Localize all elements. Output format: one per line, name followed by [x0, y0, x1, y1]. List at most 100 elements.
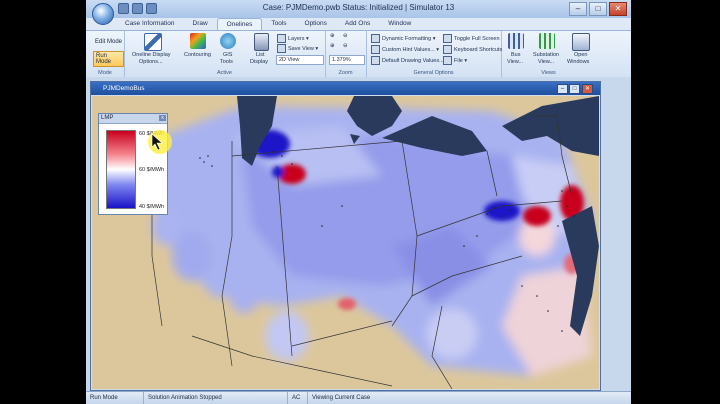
file-menu-button[interactable]: File ▾	[443, 56, 467, 65]
substation-label[interactable]: Substation	[533, 52, 559, 58]
lmp-legend[interactable]: LMP x 60 $/MWh 60 $/MWh 40 $/MWh	[98, 113, 172, 215]
tab-draw[interactable]: Draw	[184, 18, 217, 30]
custom-hint-values-button[interactable]: Custom Hint Values... ▾	[371, 45, 439, 54]
substation-view-icon[interactable]	[539, 33, 555, 49]
layers-label: Layers	[288, 35, 305, 42]
bus-view-icon[interactable]	[508, 33, 524, 49]
window-title: Case: PJMDemo.pwb Status: Initialized | …	[262, 3, 455, 12]
mode-group: Edit Mode Run Mode Mode	[86, 31, 125, 77]
minimize-button[interactable]: –	[569, 2, 587, 16]
full-screen-icon	[443, 34, 452, 43]
zoom-area-icon[interactable]: ⊕	[330, 43, 335, 49]
views-group-label: Views	[541, 70, 556, 76]
zoom-out-icon[interactable]: ⊖	[343, 33, 348, 39]
child-close-button[interactable]: ✕	[582, 84, 593, 94]
close-button[interactable]: ✕	[609, 2, 627, 16]
legend-mid-label: 60 $/MWh	[139, 167, 165, 173]
custom-hint-label: Custom Hint Values...	[382, 46, 435, 53]
open-windows-icon[interactable]	[572, 33, 590, 51]
general-options-label: General Options	[413, 70, 454, 76]
window-controls: – □ ✕	[569, 2, 627, 16]
view-mode-dropdown[interactable]: 2D View	[276, 55, 324, 65]
dynamic-formatting-label: Dynamic Formatting	[382, 35, 432, 42]
zoom-level-field[interactable]: 1.379%	[329, 55, 365, 65]
views-group: Bus View... Substation View... Open Wind…	[501, 31, 596, 77]
zoom-fit-icon[interactable]: ⊖	[343, 43, 348, 49]
tab-options[interactable]: Options	[296, 18, 336, 30]
zoom-group: ⊕ ⊖ ⊕ ⊖ 1.379% Zoom	[325, 31, 367, 77]
application-menu-orb[interactable]	[92, 3, 114, 25]
active-group: Oneline Display Options... Contouring GI…	[124, 31, 326, 77]
tab-window[interactable]: Window	[379, 18, 420, 30]
status-mode: Run Mode	[86, 392, 144, 404]
tab-add-ons[interactable]: Add Ons	[336, 18, 379, 30]
status-animation: Solution Animation Stopped	[144, 392, 288, 404]
substation-view-label[interactable]: View...	[538, 59, 554, 65]
list-display-label[interactable]: Display	[250, 59, 268, 65]
save-view-label: Save View	[288, 45, 314, 52]
tab-onelines[interactable]: Onelines	[216, 18, 263, 30]
gis-tools-label[interactable]: Tools	[220, 59, 233, 65]
oneline-child-window: PJMDemoBus – □ ✕ LMP x 60 60 $/MWh 40 $/…	[90, 81, 601, 391]
ribbon-tabs: Case Information Draw Onelines Tools Opt…	[116, 18, 420, 30]
default-drawing-values-button[interactable]: Default Drawing Values... ▾	[371, 56, 448, 65]
toggle-full-screen-label: Toggle Full Screen	[454, 35, 500, 42]
edit-mode-button[interactable]: Edit Mode	[93, 38, 124, 46]
run-mode-button[interactable]: Run Mode	[93, 51, 124, 67]
lmp-contour-map[interactable]: LMP x 60 $/MWh 60 $/MWh 40 $/MWh	[92, 96, 599, 389]
bus-view-label[interactable]: View...	[507, 59, 523, 65]
default-drawing-label: Default Drawing Values...	[382, 57, 444, 64]
zoom-in-icon[interactable]: ⊕	[330, 33, 335, 39]
list-display-icon[interactable]	[254, 33, 269, 51]
gis-globe-icon[interactable]	[220, 33, 236, 49]
lmp-color-scale	[106, 130, 136, 209]
oneline-display-label[interactable]: Oneline Display	[132, 52, 171, 58]
default-drawing-icon	[371, 56, 380, 65]
tab-tools[interactable]: Tools	[262, 18, 295, 30]
title-bar: Case: PJMDemo.pwb Status: Initialized | …	[86, 0, 631, 18]
layers-button[interactable]: Layers ▾	[277, 34, 309, 43]
lmp-legend-header: LMP x	[99, 114, 167, 124]
contouring-icon[interactable]	[190, 33, 206, 49]
maximize-button[interactable]: □	[589, 2, 607, 16]
keyboard-icon	[443, 45, 452, 54]
ribbon: Edit Mode Run Mode Mode Oneline Display …	[86, 30, 631, 78]
keyboard-shortcuts-label: Keyboard Shortcuts	[454, 46, 503, 53]
zoom-group-label: Zoom	[338, 70, 353, 76]
mdi-workspace: PJMDemoBus – □ ✕ LMP x 60 60 $/MWh 40 $/…	[86, 77, 631, 391]
child-window-title: PJMDemoBus	[91, 82, 600, 95]
child-maximize-button[interactable]: □	[569, 84, 580, 94]
file-label: File	[454, 57, 463, 64]
legend-close-button[interactable]: x	[159, 115, 166, 121]
oneline-options-label[interactable]: Options...	[139, 59, 163, 65]
layers-icon	[277, 34, 286, 43]
dynamic-formatting-icon	[371, 34, 380, 43]
open-windows-label[interactable]: Windows	[567, 59, 589, 65]
lmp-legend-title: LMP	[101, 115, 114, 121]
list-label[interactable]: List	[256, 52, 265, 58]
contouring-label[interactable]: Contouring	[184, 52, 211, 58]
tab-case-information[interactable]: Case Information	[116, 18, 184, 30]
save-view-button[interactable]: Save View ▾	[277, 44, 318, 53]
dynamic-formatting-button[interactable]: Dynamic Formatting ▾	[371, 34, 436, 43]
mouse-pointer-icon	[151, 133, 163, 151]
gis-label[interactable]: GIS	[223, 52, 232, 58]
toggle-full-screen-button[interactable]: Toggle Full Screen	[443, 34, 500, 43]
lmp-contour-fill	[152, 106, 592, 376]
active-group-label: Active	[217, 70, 232, 76]
save-view-icon	[277, 44, 286, 53]
oneline-display-icon[interactable]	[144, 33, 162, 51]
child-minimize-button[interactable]: –	[557, 84, 568, 94]
keyboard-shortcuts-button[interactable]: Keyboard Shortcuts	[443, 45, 502, 54]
file-icon	[443, 56, 452, 65]
status-case-view: Viewing Current Case	[312, 395, 371, 401]
legend-min-label: 40 $/MWh	[139, 204, 165, 210]
bus-label[interactable]: Bus	[511, 52, 520, 58]
status-bar: Run Mode Solution Animation Stopped AC V…	[86, 391, 631, 404]
custom-hint-icon	[371, 45, 380, 54]
status-power-flow: AC	[288, 392, 308, 404]
open-label[interactable]: Open	[574, 52, 587, 58]
general-options-group: Dynamic Formatting ▾ Custom Hint Values.…	[366, 31, 502, 77]
simulator-app-window: Case: PJMDemo.pwb Status: Initialized | …	[86, 0, 631, 404]
mode-group-label: Mode	[98, 70, 112, 76]
